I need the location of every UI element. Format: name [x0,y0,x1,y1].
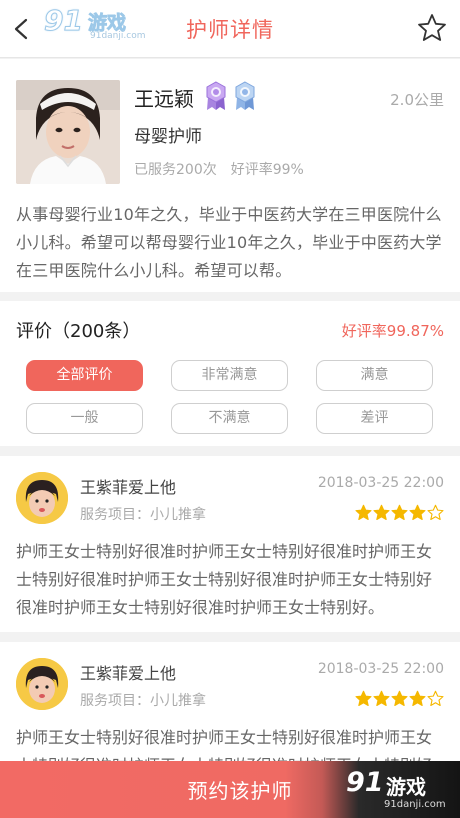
star-filled-icon [409,504,426,521]
nurse-name: 王远颖 [134,87,194,111]
reviewer-name: 王紫菲爱上他 [80,664,177,683]
nurse-avatar [16,80,120,184]
page-title: 护师详情 [186,18,274,42]
review-service: 服务项目：小儿推拿 [80,507,206,523]
filter-very-satisfied[interactable]: 非常满意 [171,360,288,391]
star-empty-icon [427,690,444,707]
review-summary: 评价（200条） 好评率99.87% 全部评价 非常满意 满意 一般 不满意 差… [0,301,460,446]
review-date: 2018-03-25 22:00 [317,661,444,677]
star-filled-icon [355,690,372,707]
star-filled-icon [373,690,390,707]
nurse-photo-illustration [16,80,120,184]
review-service: 服务项目：小儿推拿 [80,693,206,709]
blue-medal-icon [235,81,255,110]
star-filled-icon [391,504,408,521]
filter-satisfied[interactable]: 满意 [316,360,433,391]
nurse-profile-card: 王远颖 2.0公里 母婴护师 已服务200次 好评率99% 从事母婴行业10年之久… [0,59,460,292]
star-outline-icon [418,14,446,41]
purple-medal-icon [206,81,226,110]
reviewer-name: 王紫菲爱上他 [80,478,177,497]
filter-average[interactable]: 一般 [26,403,143,434]
top-bar: 91 游戏 91danji.com 护师详情 [0,0,460,58]
nurse-detail-page: 91 游戏 91danji.com 护师详情 王远颖 2.0公里 母婴护师 已服… [0,0,460,818]
review-rating [355,504,444,522]
star-filled-icon [409,690,426,707]
review-date: 2018-03-25 22:00 [317,475,444,491]
distance-label: 2.0公里 [390,91,444,109]
review-rating [355,690,444,708]
favorite-button[interactable] [416,12,448,44]
nurse-intro: 从事母婴行业10年之久，毕业于中医药大学在三甲医院什么小儿科。希望可以帮母婴行业… [16,205,442,280]
star-filled-icon [355,504,372,521]
reviewer-avatar [16,472,68,524]
filter-all[interactable]: 全部评价 [26,360,143,391]
nurse-stats: 已服务200次 好评率99% [134,159,304,179]
star-filled-icon [373,504,390,521]
nurse-role: 母婴护师 [134,127,202,147]
star-filled-icon [391,690,408,707]
watermark-logo: 91 游戏 91danji.com [346,767,446,810]
review-text: 护师王女士特别好很准时护师王女士特别好很准时护师王女士特别好很准时护师王女士特别… [16,542,433,617]
review-count-title: 评价（200条） [16,321,141,342]
overall-good-rate: 好评率99.87% [341,322,444,340]
served-count: 已服务200次 [134,162,217,178]
filter-unsatisfied[interactable]: 不满意 [171,403,288,434]
book-nurse-button[interactable]: 预约该护师 91 游戏 91danji.com [0,761,460,818]
review-item: 王紫菲爱上他 2018-03-25 22:00 服务项目：小儿推拿 护师王女士特… [0,456,460,632]
star-empty-icon [427,504,444,521]
reviewer-avatar [16,658,68,710]
filter-negative[interactable]: 差评 [316,403,433,434]
good-rate: 好评率99% [230,162,304,178]
